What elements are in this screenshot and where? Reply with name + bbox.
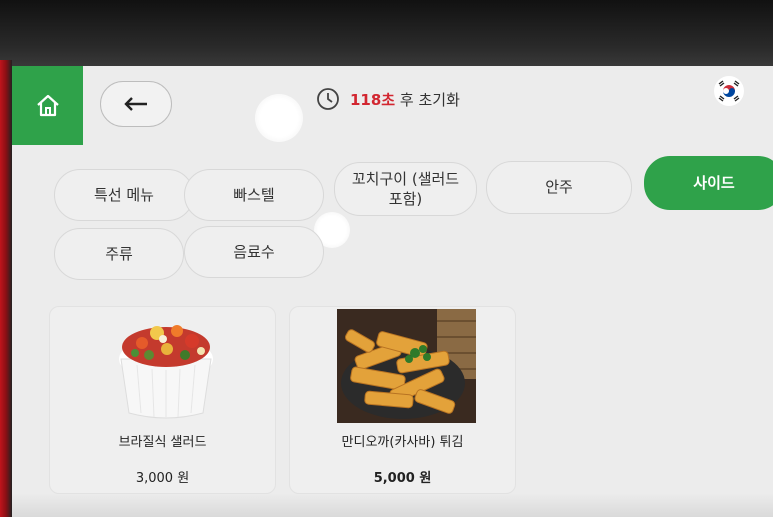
tab-label: 사이드 <box>693 173 735 192</box>
device-bezel-top <box>0 0 773 68</box>
product-name: 만디오까(카사바) 튀김 <box>341 435 464 450</box>
product-price: 3,000 원 <box>135 471 190 486</box>
timer-suffix: 후 초기화 <box>399 90 460 109</box>
screen-bottom-edge <box>12 493 773 517</box>
product-name: 브라질식 샐러드 <box>118 435 207 450</box>
tab-label: 음료수 <box>233 242 275 261</box>
tab-beverages[interactable]: 음료수 <box>184 226 324 278</box>
kiosk-screen: 118초 후 초기화 특선 메뉴 빠스텔 꼬치구이 (샐러드 포함) 안주 사이… <box>12 66 773 517</box>
tab-snacks[interactable]: 안주 <box>486 161 632 214</box>
home-button[interactable] <box>12 66 83 145</box>
product-card-salad[interactable]: 브라질식 샐러드 3,000 원 <box>49 306 276 494</box>
korea-flag-icon <box>717 79 741 103</box>
device-bezel-left <box>0 60 12 517</box>
reset-timer: 118초 후 초기화 <box>316 85 460 113</box>
home-icon <box>36 94 59 116</box>
tab-skewers[interactable]: 꼬치구이 (샐러드 포함) <box>334 162 477 216</box>
tab-label: 특선 메뉴 <box>94 185 154 204</box>
salad-image <box>119 325 213 419</box>
tab-label: 빠스텔 <box>233 185 275 204</box>
clock-icon <box>317 88 339 110</box>
tab-side[interactable]: 사이드 <box>644 156 773 210</box>
tab-alcohol[interactable]: 주류 <box>54 228 184 280</box>
tab-label: 안주 <box>545 178 573 197</box>
arrow-left-icon <box>124 97 147 111</box>
cassava-fries-image <box>337 309 476 423</box>
tab-pastel[interactable]: 빠스텔 <box>184 169 324 221</box>
product-price: 5,000 원 <box>373 471 432 486</box>
timer-seconds: 118초 <box>350 90 396 109</box>
back-button[interactable] <box>100 81 172 127</box>
language-button[interactable] <box>714 76 744 106</box>
tab-special-menu[interactable]: 특선 메뉴 <box>54 169 194 221</box>
tab-label: 주류 <box>105 244 133 263</box>
product-card-cassava-fries[interactable]: 만디오까(카사바) 튀김 5,000 원 <box>289 306 516 494</box>
tab-label: 꼬치구이 (샐러드 포함) <box>351 169 460 208</box>
screen-glare <box>255 94 303 142</box>
